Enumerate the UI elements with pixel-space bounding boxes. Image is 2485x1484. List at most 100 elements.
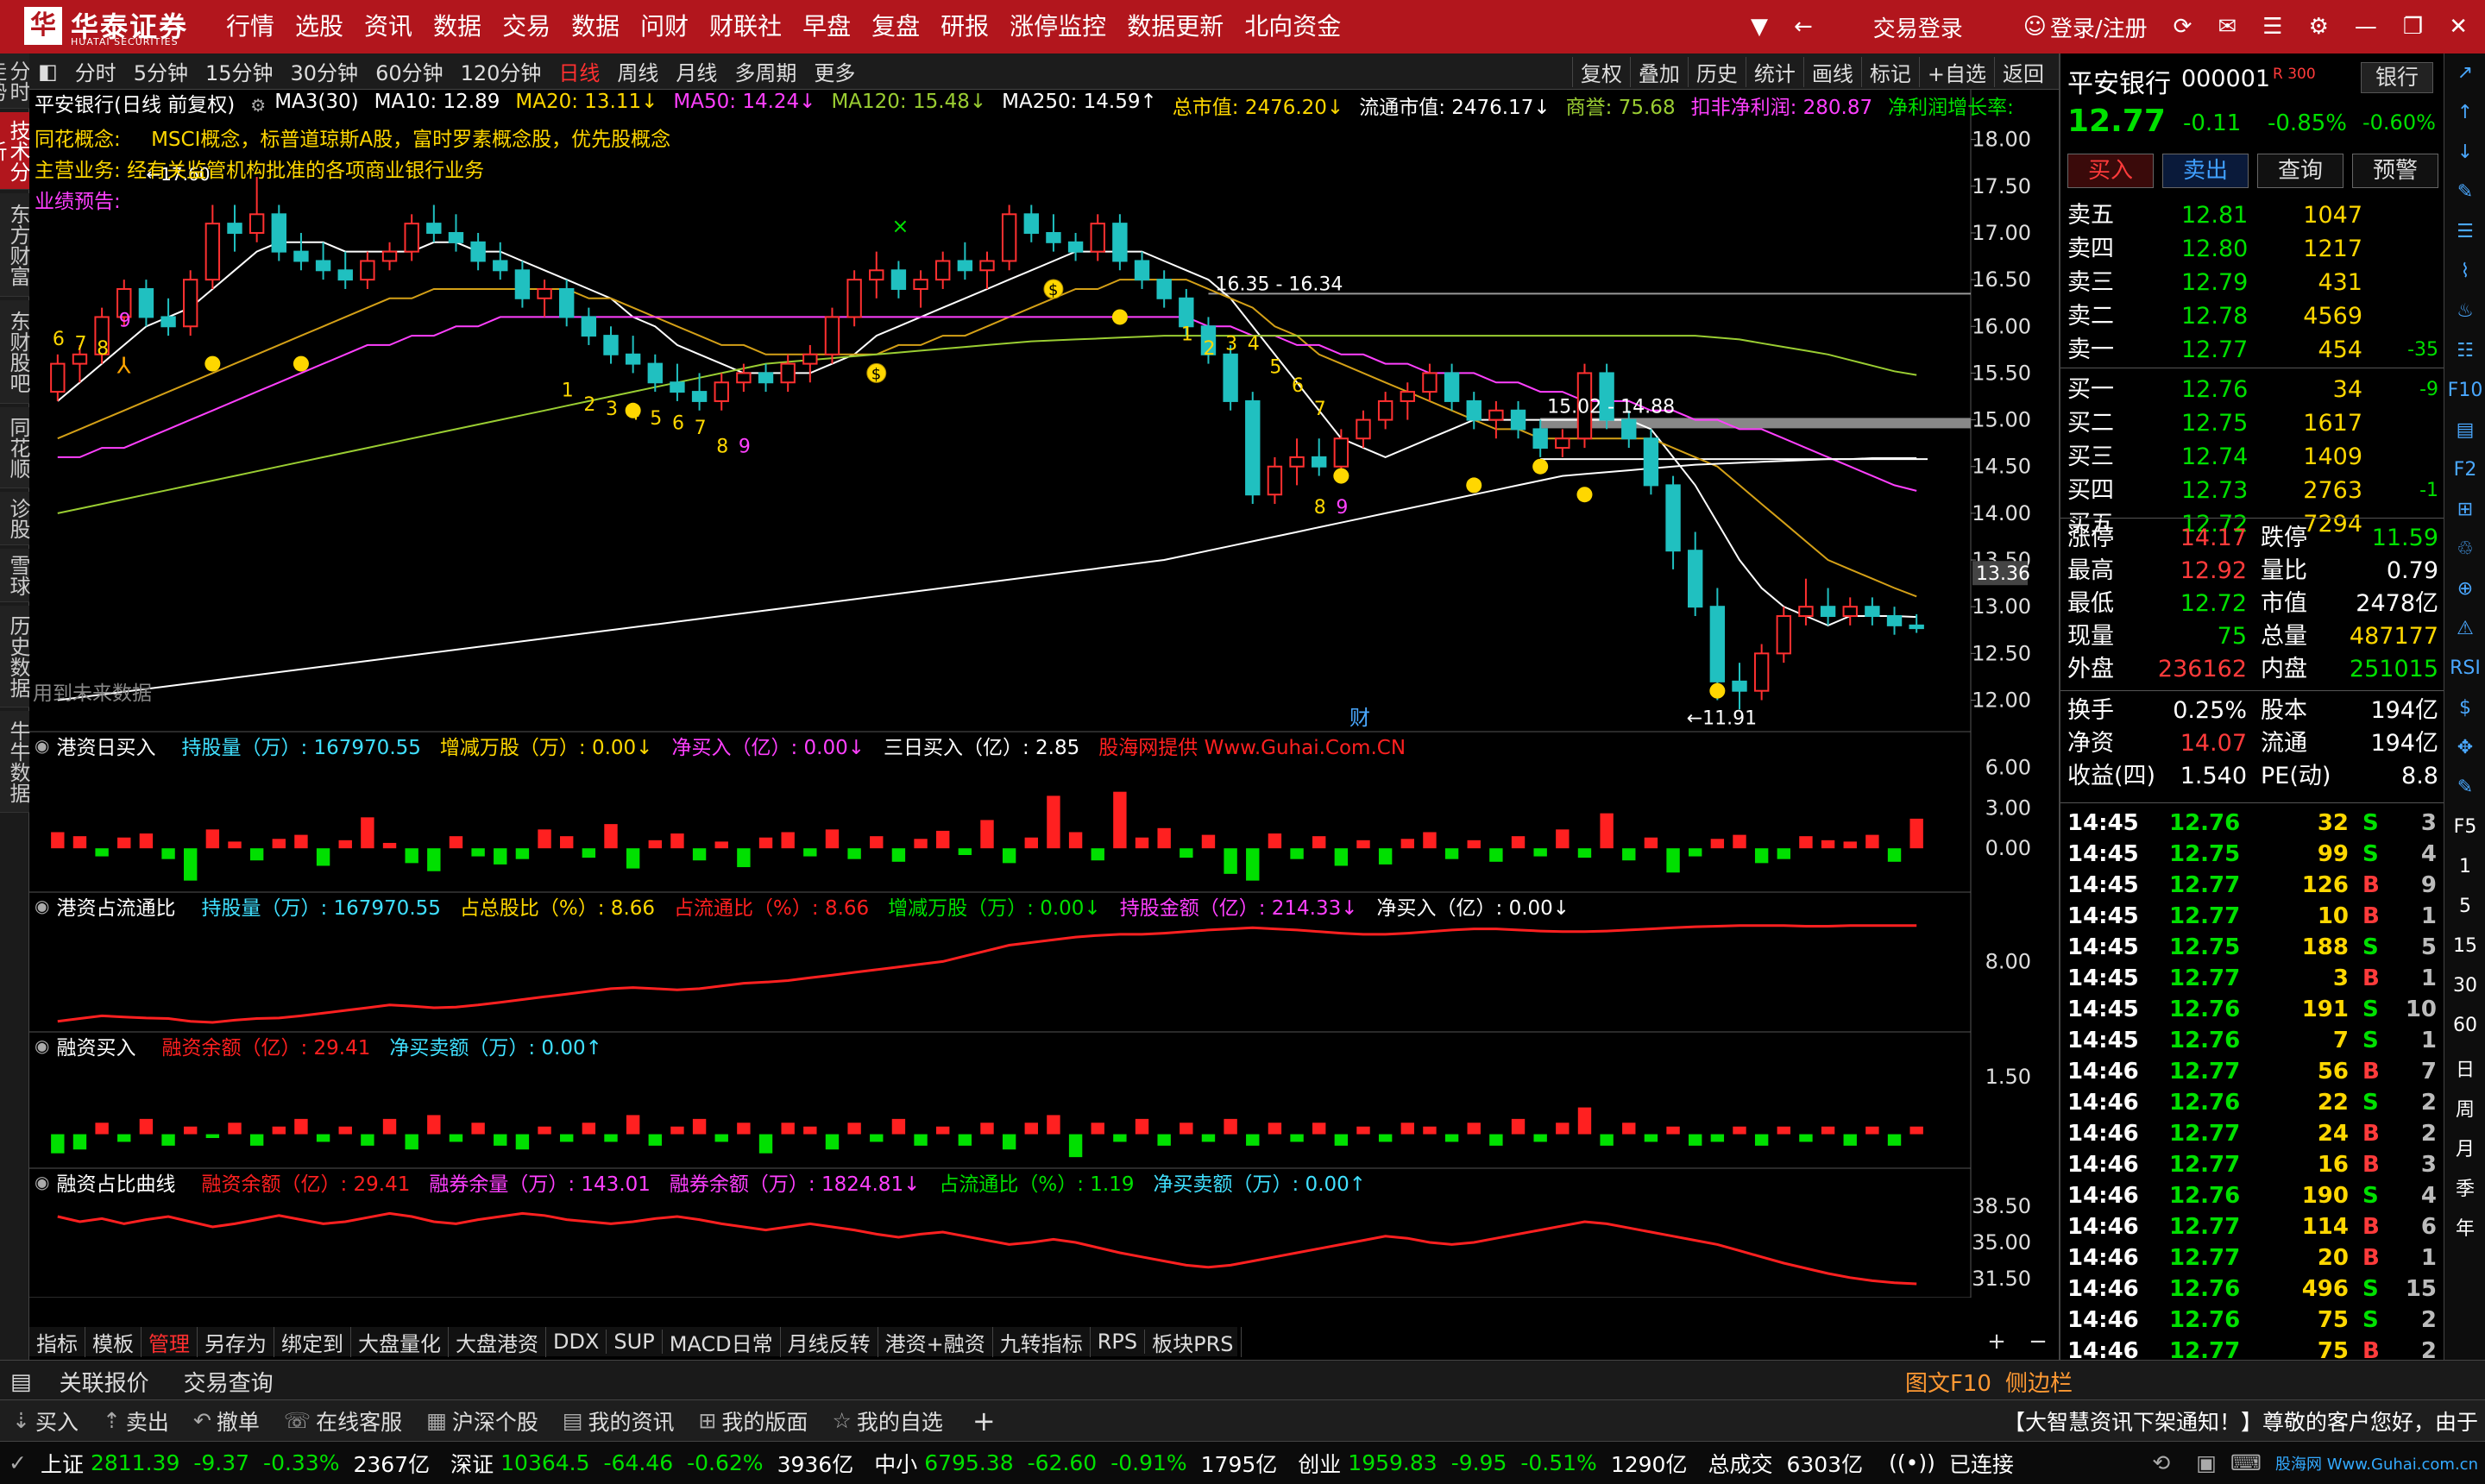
side-tool-icon[interactable]: ✎ — [2444, 777, 2485, 798]
login-register-button[interactable]: 登录/注册 — [2050, 11, 2148, 43]
candle-body[interactable] — [1909, 624, 1924, 630]
kline-chart[interactable]: 18.0017.5017.0016.5016.0015.5015.0014.50… — [29, 90, 2059, 1298]
candle-body[interactable] — [1156, 279, 1172, 299]
news-ticker[interactable]: 【大智慧资讯下架通知！】尊敬的客户您好，由于 — [1986, 1405, 2485, 1437]
side-tool-icon[interactable]: 30 — [2444, 975, 2485, 997]
candle-body[interactable] — [293, 250, 309, 262]
candle-body[interactable] — [846, 279, 862, 318]
side-tool-icon[interactable]: $ — [2444, 697, 2485, 719]
candle-body[interactable] — [160, 316, 176, 328]
candle-body[interactable] — [1400, 391, 1415, 402]
side-tool-icon[interactable]: ✎ — [2444, 181, 2485, 203]
period-tab[interactable]: 月线 — [667, 56, 726, 86]
candle-body[interactable] — [204, 223, 221, 281]
quick-action[interactable]: 买入 — [34, 1405, 91, 1437]
panel-toggle-icon[interactable]: ◉ — [35, 896, 49, 916]
list-icon[interactable]: ☰ — [2262, 14, 2282, 40]
indicator-tab[interactable]: 绑定到 — [274, 1326, 351, 1357]
side-tool-icon[interactable]: 季 — [2444, 1173, 2485, 1201]
candle-body[interactable] — [1709, 606, 1726, 682]
side-tool-icon[interactable]: ☷ — [2444, 340, 2485, 362]
side-tool-icon[interactable]: ☰ — [2444, 221, 2485, 242]
side-tool-icon[interactable]: 月 — [2444, 1134, 2485, 1161]
candle-body[interactable] — [1665, 484, 1681, 552]
minimize-icon[interactable]: — — [2355, 14, 2377, 40]
user-icon[interactable]: ☺ — [2023, 14, 2047, 40]
side-tool-icon[interactable]: ⌇ — [2444, 261, 2485, 282]
candle-body[interactable] — [979, 260, 995, 272]
side-tool-icon[interactable]: 60 — [2444, 1015, 2485, 1036]
candle-body[interactable] — [1023, 213, 1039, 234]
period-tab[interactable]: 30分钟 — [282, 56, 368, 86]
candle-body[interactable] — [404, 223, 419, 253]
indicator-tab[interactable]: 月线反转 — [781, 1326, 878, 1357]
candle-body[interactable] — [1046, 231, 1061, 243]
sync-icon[interactable]: ⟲ — [2152, 1450, 2170, 1475]
action-button[interactable]: 买入 — [2067, 154, 2154, 188]
orderbook-row[interactable]: 卖四 12.80 1217 — [2060, 234, 2445, 265]
action-button[interactable]: 查询 — [2257, 154, 2343, 188]
candle-body[interactable] — [448, 231, 464, 243]
menu-item[interactable]: 数据 — [423, 0, 492, 53]
candle-body[interactable] — [913, 279, 928, 290]
side-tool-icon[interactable]: F10 — [2444, 380, 2485, 401]
indicator-tab[interactable]: 指标 — [29, 1326, 85, 1357]
restore-icon[interactable]: ❐ — [2403, 14, 2423, 40]
candle-body[interactable] — [381, 250, 398, 262]
candle-body[interactable] — [647, 362, 663, 384]
candle-body[interactable] — [869, 269, 884, 281]
keyboard-icon[interactable]: ⌨ — [2230, 1450, 2262, 1475]
candle-body[interactable] — [493, 260, 508, 272]
orderbook-row[interactable]: 买四 12.73 2763 -1 — [2060, 475, 2445, 506]
quick-action[interactable]: 撤单 — [215, 1405, 272, 1437]
quick-action[interactable]: 卖出 — [124, 1405, 181, 1437]
candle-body[interactable] — [1510, 409, 1526, 431]
chart-tool-button[interactable]: 返回 — [1994, 56, 2052, 87]
collapse-icon[interactable]: ◧ — [29, 60, 66, 84]
index-name[interactable]: 深证 — [450, 1448, 494, 1479]
period-tab[interactable]: 分时 — [66, 56, 125, 86]
action-button[interactable]: 卖出 — [2162, 154, 2249, 188]
candle-body[interactable] — [537, 287, 552, 299]
chart-tool-button[interactable]: 叠加 — [1629, 56, 1688, 87]
candle-body[interactable] — [1643, 437, 1659, 487]
candle-body[interactable] — [360, 260, 375, 281]
candle-body[interactable] — [691, 391, 708, 402]
candle-body[interactable] — [138, 287, 154, 318]
indicator-tab[interactable]: 大盘量化 — [351, 1326, 449, 1357]
left-tab[interactable]: 技术分析 — [0, 112, 30, 190]
candle-body[interactable] — [1621, 418, 1637, 440]
orderbook-row[interactable]: 卖三 12.79 431 — [2060, 267, 2445, 299]
indicator-tab[interactable]: 板块PRS — [1145, 1326, 1242, 1357]
menu-item[interactable]: 复盘 — [861, 0, 930, 53]
candle-body[interactable] — [1356, 418, 1371, 440]
candle-body[interactable] — [183, 279, 198, 328]
period-tab[interactable]: 日线 — [550, 56, 608, 86]
menu-item[interactable]: 早盘 — [792, 0, 861, 53]
candle-body[interactable] — [625, 353, 641, 365]
candle-body[interactable] — [670, 381, 685, 393]
menu-item[interactable]: 研报 — [930, 0, 999, 53]
zoom-out-button[interactable]: − — [2029, 1329, 2048, 1355]
orderbook-row[interactable]: 卖五 12.81 1047 — [2060, 200, 2445, 231]
chart-tool-button[interactable]: +自选 — [1918, 56, 1994, 87]
candle-body[interactable] — [1776, 615, 1791, 655]
period-tab[interactable]: 周线 — [608, 56, 667, 86]
candle-body[interactable] — [1732, 680, 1747, 692]
orderbook-row[interactable]: 卖二 12.78 4569 — [2060, 301, 2445, 332]
candle-body[interactable] — [935, 260, 951, 281]
orderbook-row[interactable]: 买一 12.76 34 -9 — [2060, 374, 2445, 406]
refresh-icon[interactable]: ⟳ — [2174, 14, 2192, 40]
candle-body[interactable] — [1377, 399, 1393, 421]
candle-body[interactable] — [1865, 606, 1880, 618]
candle-body[interactable] — [1488, 409, 1504, 421]
indicator-tab[interactable]: 大盘港资 — [449, 1326, 546, 1357]
side-tool-icon[interactable]: ✥ — [2444, 737, 2485, 758]
left-tab[interactable]: 东方财富 — [0, 193, 30, 297]
period-tab[interactable]: 15分钟 — [197, 56, 282, 86]
left-tab[interactable]: 历史数据 — [0, 606, 30, 707]
tick-list[interactable]: 14:45 12.76 32 S 3 14:45 12.75 99 S 4 14:45 12.77 12… — [2060, 802, 2445, 1377]
left-tab[interactable]: 牛牛数据 — [0, 711, 30, 813]
tab-sidebar[interactable]: 侧边栏 — [1998, 1366, 2079, 1398]
side-tool-icon[interactable]: ⊕ — [2444, 578, 2485, 600]
